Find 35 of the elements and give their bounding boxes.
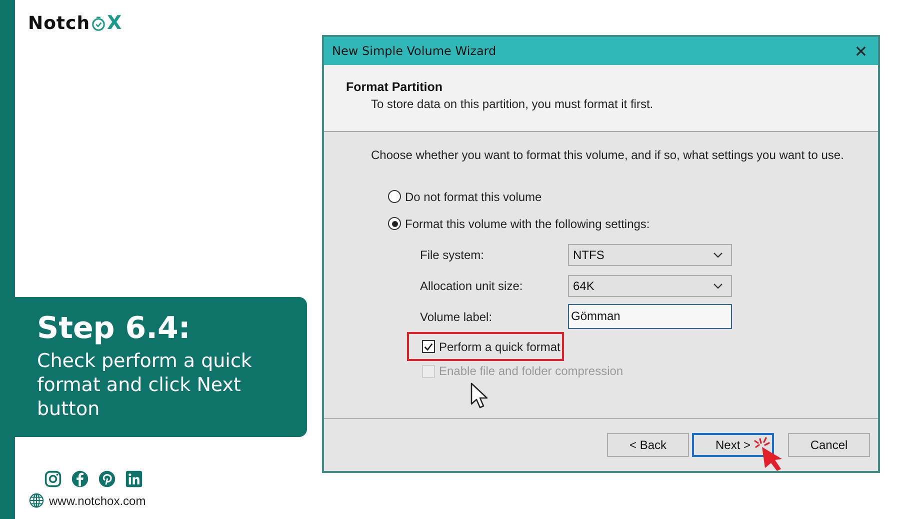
caret-icon[interactable] <box>713 252 723 258</box>
option-label[interactable]: Do not format this volume <box>405 190 542 204</box>
close-button[interactable]: ✕ <box>844 37 878 65</box>
website-link[interactable]: www.notchox.com <box>49 494 146 508</box>
pinterest-icon[interactable] <box>98 470 116 488</box>
input-field[interactable]: Gömman <box>568 304 732 329</box>
field-label: File system: <box>420 248 486 262</box>
field-label: Allocation unit size: <box>420 278 524 292</box>
instruction-text: Choose whether you want to format this volume, and if so, what settings you want to use. <box>371 148 845 162</box>
caret-icon[interactable] <box>713 282 723 288</box>
page-title: Format Partition <box>346 80 444 94</box>
dialog-button[interactable]: < Back <box>607 433 689 457</box>
dialog-button[interactable]: Cancel <box>788 433 870 457</box>
radio-button[interactable] <box>388 217 401 230</box>
field-label: Volume label: <box>420 310 494 324</box>
checkbox-label: Enable file and folder compression <box>439 364 624 378</box>
step-description: Check perform a quick format and click Next button <box>37 349 253 421</box>
logo-text: X <box>107 12 122 34</box>
dialog-button[interactable]: Next > <box>692 433 774 457</box>
window-title: New Simple Volume Wizard <box>332 44 496 58</box>
dropdown[interactable]: 64K <box>568 274 732 296</box>
radio-button[interactable] <box>388 190 401 203</box>
checkbox[interactable] <box>422 340 435 353</box>
instagram-icon[interactable] <box>44 470 62 488</box>
linkedin-icon[interactable] <box>125 470 143 488</box>
globe-icon <box>29 493 44 508</box>
step-title: Step 6.4: <box>37 311 192 347</box>
mouse-pointer-icon <box>470 382 490 410</box>
option-label[interactable]: Format this volume with the following settings: <box>405 216 650 230</box>
logo-text: Notch <box>28 12 90 34</box>
clock-icon <box>91 16 106 30</box>
page-subtitle: To store data on this partition, you must format it first. <box>371 97 654 111</box>
checkbox-label[interactable]: Perform a quick format <box>439 340 560 354</box>
dropdown[interactable]: NTFS <box>568 244 732 266</box>
facebook-icon[interactable] <box>71 470 89 488</box>
